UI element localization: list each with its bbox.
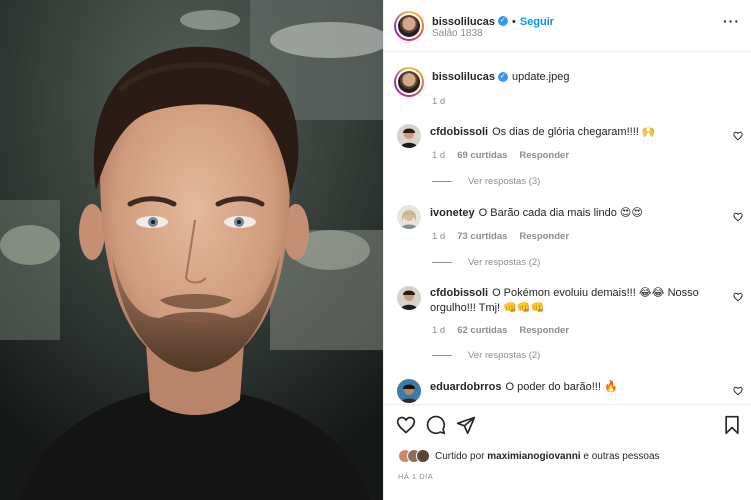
post-header: bissolilucas ✓ • Seguir Salão 1838 ···	[384, 0, 751, 52]
comment-meta: 1 d 62 curtidas Responder	[432, 325, 581, 336]
comment-meta: 1 d 73 curtidas Responder	[432, 231, 581, 242]
comment-body: O Barão cada dia mais lindo 😍😍	[478, 207, 643, 219]
view-replies-button[interactable]: Ver respostas (2)	[432, 257, 540, 268]
post-actions: Curtido por maximianogiovanni e outras p…	[384, 404, 751, 500]
caption: bissolilucas ✓ update.jpeg	[432, 71, 569, 83]
caption-text: update.jpeg	[511, 71, 570, 83]
verified-badge-icon: ✓	[497, 15, 508, 26]
caption-username[interactable]: bissolilucas	[432, 71, 495, 83]
view-replies-button[interactable]: Ver respostas (3)	[432, 176, 540, 187]
like-comment-heart-icon[interactable]	[733, 292, 743, 302]
liked-by: Curtido por maximianogiovanni e outras p…	[398, 449, 660, 463]
liked-by-user[interactable]: maximianogiovanni	[487, 451, 580, 462]
comment-likes[interactable]: 62 curtidas	[457, 325, 507, 336]
comment-avatar[interactable]	[397, 379, 421, 403]
liker-avatar[interactable]	[416, 449, 430, 463]
comment: cfdobissoli Os dias de glória chegaram!!!…	[430, 125, 730, 140]
share-icon[interactable]	[456, 415, 476, 435]
comment: cfdobissoli O Pokémon evoluiu demais!!! 😂…	[430, 286, 730, 316]
reply-button[interactable]: Responder	[519, 231, 569, 242]
comment-likes[interactable]: 69 curtidas	[457, 150, 507, 161]
view-replies-label[interactable]: Ver respostas (2)	[468, 350, 540, 361]
comment-username[interactable]: eduardobrros	[430, 381, 502, 393]
portrait-illustration	[0, 0, 383, 500]
like-comment-heart-icon[interactable]	[733, 212, 743, 222]
post-detail-panel: bissolilucas ✓ • Seguir Salão 1838 ··· biss…	[383, 0, 751, 500]
author-avatar[interactable]	[394, 11, 424, 41]
heart-icon[interactable]	[396, 415, 416, 435]
comment: ivonetey O Barão cada dia mais lindo 😍😍	[430, 206, 730, 221]
comment-time[interactable]: 1 d	[432, 325, 445, 336]
caption-meta: 1 d	[432, 96, 457, 107]
comment-time[interactable]: 1 d	[432, 150, 445, 161]
view-replies-label[interactable]: Ver respostas (2)	[468, 257, 540, 268]
liked-by-text: Curtido por maximianogiovanni e outras p…	[435, 451, 660, 462]
comment-body: Os dias de glória chegaram!!!! 🙌	[492, 126, 656, 138]
comment-avatar[interactable]	[397, 124, 421, 148]
like-comment-heart-icon[interactable]	[733, 131, 743, 141]
verified-badge-icon: ✓	[497, 72, 508, 83]
instagram-post-viewer: bissolilucas ✓ • Seguir Salão 1838 ··· biss…	[0, 0, 751, 500]
comment-avatar[interactable]	[397, 205, 421, 229]
comment-username[interactable]: ivonetey	[430, 207, 475, 219]
comment-time[interactable]: 1 d	[432, 231, 445, 242]
view-replies-label[interactable]: Ver respostas (3)	[468, 176, 540, 187]
liked-by-suffix[interactable]: e outras pessoas	[583, 451, 659, 462]
comment-body: O poder do barão!!! 🔥	[505, 381, 618, 393]
caption-time[interactable]: 1 d	[432, 96, 445, 107]
post-location[interactable]: Salão 1838	[432, 28, 483, 39]
comment-avatar[interactable]	[397, 286, 421, 310]
post-time[interactable]: HÁ 1 DIA	[398, 472, 433, 481]
reply-button[interactable]: Responder	[519, 325, 569, 336]
replies-divider	[432, 261, 452, 263]
liked-by-prefix: Curtido por	[435, 450, 485, 462]
comment-username[interactable]: cfdobissoli	[430, 287, 488, 299]
more-options-icon[interactable]: ···	[723, 13, 740, 29]
comment: eduardobrros O poder do barão!!! 🔥	[430, 380, 730, 395]
like-comment-heart-icon[interactable]	[733, 386, 743, 396]
comment-icon[interactable]	[426, 415, 446, 435]
replies-divider	[432, 354, 452, 356]
view-replies-button[interactable]: Ver respostas (2)	[432, 350, 540, 361]
comment-likes[interactable]: 73 curtidas	[457, 231, 507, 242]
comment-username[interactable]: cfdobissoli	[430, 126, 488, 138]
author-username[interactable]: bissolilucas	[432, 16, 495, 28]
post-photo	[0, 0, 383, 500]
follow-button[interactable]: Seguir	[520, 16, 554, 28]
replies-divider	[432, 180, 452, 182]
bookmark-icon[interactable]	[722, 415, 742, 435]
comment-meta: 1 d 69 curtidas Responder	[432, 150, 581, 161]
reply-button[interactable]: Responder	[519, 150, 569, 161]
caption-author-avatar[interactable]	[394, 67, 424, 97]
separator-dot: •	[511, 16, 516, 28]
